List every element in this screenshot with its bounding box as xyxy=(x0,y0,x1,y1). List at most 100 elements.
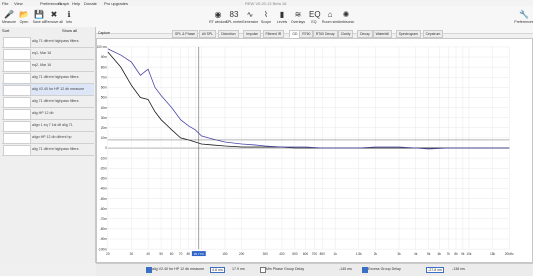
preferences-button[interactable]: 🔧 Preferences xyxy=(511,10,533,24)
y-tick-label: -40m xyxy=(100,187,108,191)
list-item[interactable]: eq1, Mar 16 xyxy=(2,48,94,60)
measurement-thumbnail xyxy=(3,133,31,144)
excess-value: -27.8 ms xyxy=(426,267,444,273)
measurement-thumbnail xyxy=(3,121,31,132)
tab-rt60[interactable]: RT60 xyxy=(299,30,314,38)
x-tick-label: 600 xyxy=(303,252,309,256)
tab-all-spl[interactable]: All SPL xyxy=(198,30,217,38)
list-item[interactable]: align HP 12 db difrent hp xyxy=(2,132,94,144)
tab-waterfall[interactable]: Waterfall xyxy=(372,30,392,38)
measurement-name: eq2, Mar 16 xyxy=(32,63,52,67)
status-bar: alig V2.40 for HP 12 db measure 4.8 ms 1… xyxy=(96,263,533,276)
series-line-1 xyxy=(107,51,510,149)
tab-cepstrum[interactable]: Cepstrum xyxy=(422,30,444,38)
y-tick-label: 70m xyxy=(101,75,108,79)
tab-spectrogram[interactable]: Spectrogram xyxy=(395,30,422,38)
show-all-dropdown[interactable]: Show all xyxy=(62,28,77,33)
list-item[interactable]: alig 71 difrent highpass filters xyxy=(2,144,94,156)
x-tick-label: 6k xyxy=(438,252,442,256)
y-tick-label: 100 ms xyxy=(97,45,108,49)
measurement-name: alig V2.40 for HP 12 db measure xyxy=(32,87,85,91)
x-tick-label: 7k xyxy=(447,252,451,256)
x-tick-label: 80 xyxy=(187,252,191,256)
x-tick-label: 50 xyxy=(159,252,163,256)
x-tick-label: 70 xyxy=(179,252,183,256)
x-tick-label: 9k xyxy=(461,252,465,256)
x-tick-label: 20kHz xyxy=(505,252,514,256)
list-item[interactable]: alig 71 difrent highpass filters xyxy=(2,72,94,84)
tab-distortion[interactable]: Distortion xyxy=(218,30,239,38)
tab-impulse[interactable]: Impulse xyxy=(243,30,262,38)
measurement-thumbnail xyxy=(3,37,31,48)
measurements-panel: Sort Show all alig 71 difrent highpass f… xyxy=(0,27,96,263)
y-tick-label: -60m xyxy=(100,207,108,211)
preferences-icon: 🔧 xyxy=(519,10,529,19)
y-tick-label: -10m xyxy=(100,156,108,160)
y-tick-label: -100m xyxy=(98,247,107,251)
list-item[interactable]: align 1 eq 7 1st dif alig 71 xyxy=(2,120,94,132)
measurement-name: align HP 12 db difrent hp xyxy=(32,135,72,139)
measurement-name: alig 71 difrent highpass filters xyxy=(32,39,79,43)
y-tick-label: -20m xyxy=(100,166,108,170)
y-tick-label: 40m xyxy=(101,106,108,110)
minphase-value: -145 ms xyxy=(339,267,352,271)
x-tick-label: 20 xyxy=(106,252,110,256)
measurement-thumbnail xyxy=(3,49,31,60)
panel-header: Sort Show all xyxy=(0,27,95,34)
measurement-thumbnail xyxy=(3,97,31,108)
cursor-freq-label: 95.7 Hz xyxy=(194,252,205,256)
measurement-name: alig HP 12 db xyxy=(32,111,54,115)
tab-clarity[interactable]: Clarity xyxy=(337,30,354,38)
list-item[interactable]: alig 71 difrent highpass filters xyxy=(2,36,94,48)
ambisonic-icon: ✺ xyxy=(342,10,350,19)
toolbar-label: Preferences xyxy=(514,20,533,24)
y-tick-label: 80m xyxy=(101,65,108,69)
toolbar-label: EQ xyxy=(311,20,317,24)
x-tick-label: 8k xyxy=(454,252,458,256)
series-line-2 xyxy=(107,48,510,150)
x-tick-label: 5k xyxy=(427,252,431,256)
ambisonic-button[interactable]: ✺ Ambisonic xyxy=(333,10,359,24)
y-tick-label: 10m xyxy=(101,136,108,140)
group-delay-chart: 100 ms 90m 80m 70m 60m 50m 40m 30m 20m 10m 0 -10m -2… xyxy=(96,38,533,263)
measurement-thumbnail xyxy=(3,109,31,120)
x-tick-label: 500 xyxy=(292,252,298,256)
measurement-name: alig 71 difrent highpass filters xyxy=(32,75,79,79)
measurement-thumbnail xyxy=(3,85,31,96)
x-tick-label: 60 xyxy=(170,252,174,256)
measurement-thumbnail xyxy=(3,61,31,72)
list-item[interactable]: eq2, Mar 16 xyxy=(2,60,94,72)
measurement-thumbnail xyxy=(3,73,31,84)
y-tick-label: -70m xyxy=(100,217,108,221)
measurement-name: alig 71 difrent highpass filters xyxy=(32,99,79,103)
list-item[interactable]: alig HP 12 db xyxy=(2,108,94,120)
y-tick-label: 60m xyxy=(101,86,108,90)
toolbar-label: Ambisonic xyxy=(337,20,355,24)
sort-label[interactable]: Sort xyxy=(2,28,9,33)
info-button[interactable]: ℹ Info xyxy=(56,10,82,24)
list-item[interactable]: alig 71 difrent highpass filters xyxy=(2,96,94,108)
tab-rt60-decay[interactable]: RT60 Decay xyxy=(312,30,338,38)
list-item[interactable]: alig V2.40 for HP 12 db measure xyxy=(2,84,94,96)
toolbar-label: Info xyxy=(66,20,72,24)
y-tick-label: -90m xyxy=(100,237,108,241)
tab-decay[interactable]: Decay xyxy=(357,30,373,38)
x-tick-label: 1.5k xyxy=(356,252,362,256)
primary-value: 4.8 ms xyxy=(210,267,225,273)
secondary-value: 17.9 ms xyxy=(232,267,245,271)
x-tick-label: 40 xyxy=(146,252,150,256)
measurement-name: alig 71 difrent highpass filters xyxy=(32,147,79,151)
minphase-label: Min Phase Group Delay xyxy=(266,267,305,271)
tab-filtered-ir[interactable]: Filtered IR xyxy=(262,30,285,38)
x-tick-label: 4k xyxy=(414,252,418,256)
excess-value-2: -138 ms xyxy=(452,267,465,271)
y-tick-label: 0 xyxy=(105,146,107,150)
excess-label: Excess Group Delay xyxy=(368,267,401,271)
x-tick-label: 200 xyxy=(239,252,245,256)
tab-spl-phase[interactable]: SPL & Phase xyxy=(172,30,199,38)
y-tick-label: 20m xyxy=(101,126,108,130)
x-tick-label: 700 xyxy=(312,252,318,256)
x-tick-label: 800 xyxy=(320,252,326,256)
measurement-thumbnail xyxy=(3,145,31,156)
graph-tabs: SPL & Phase All SPL Distortion Impulse Filte… xyxy=(96,30,533,38)
